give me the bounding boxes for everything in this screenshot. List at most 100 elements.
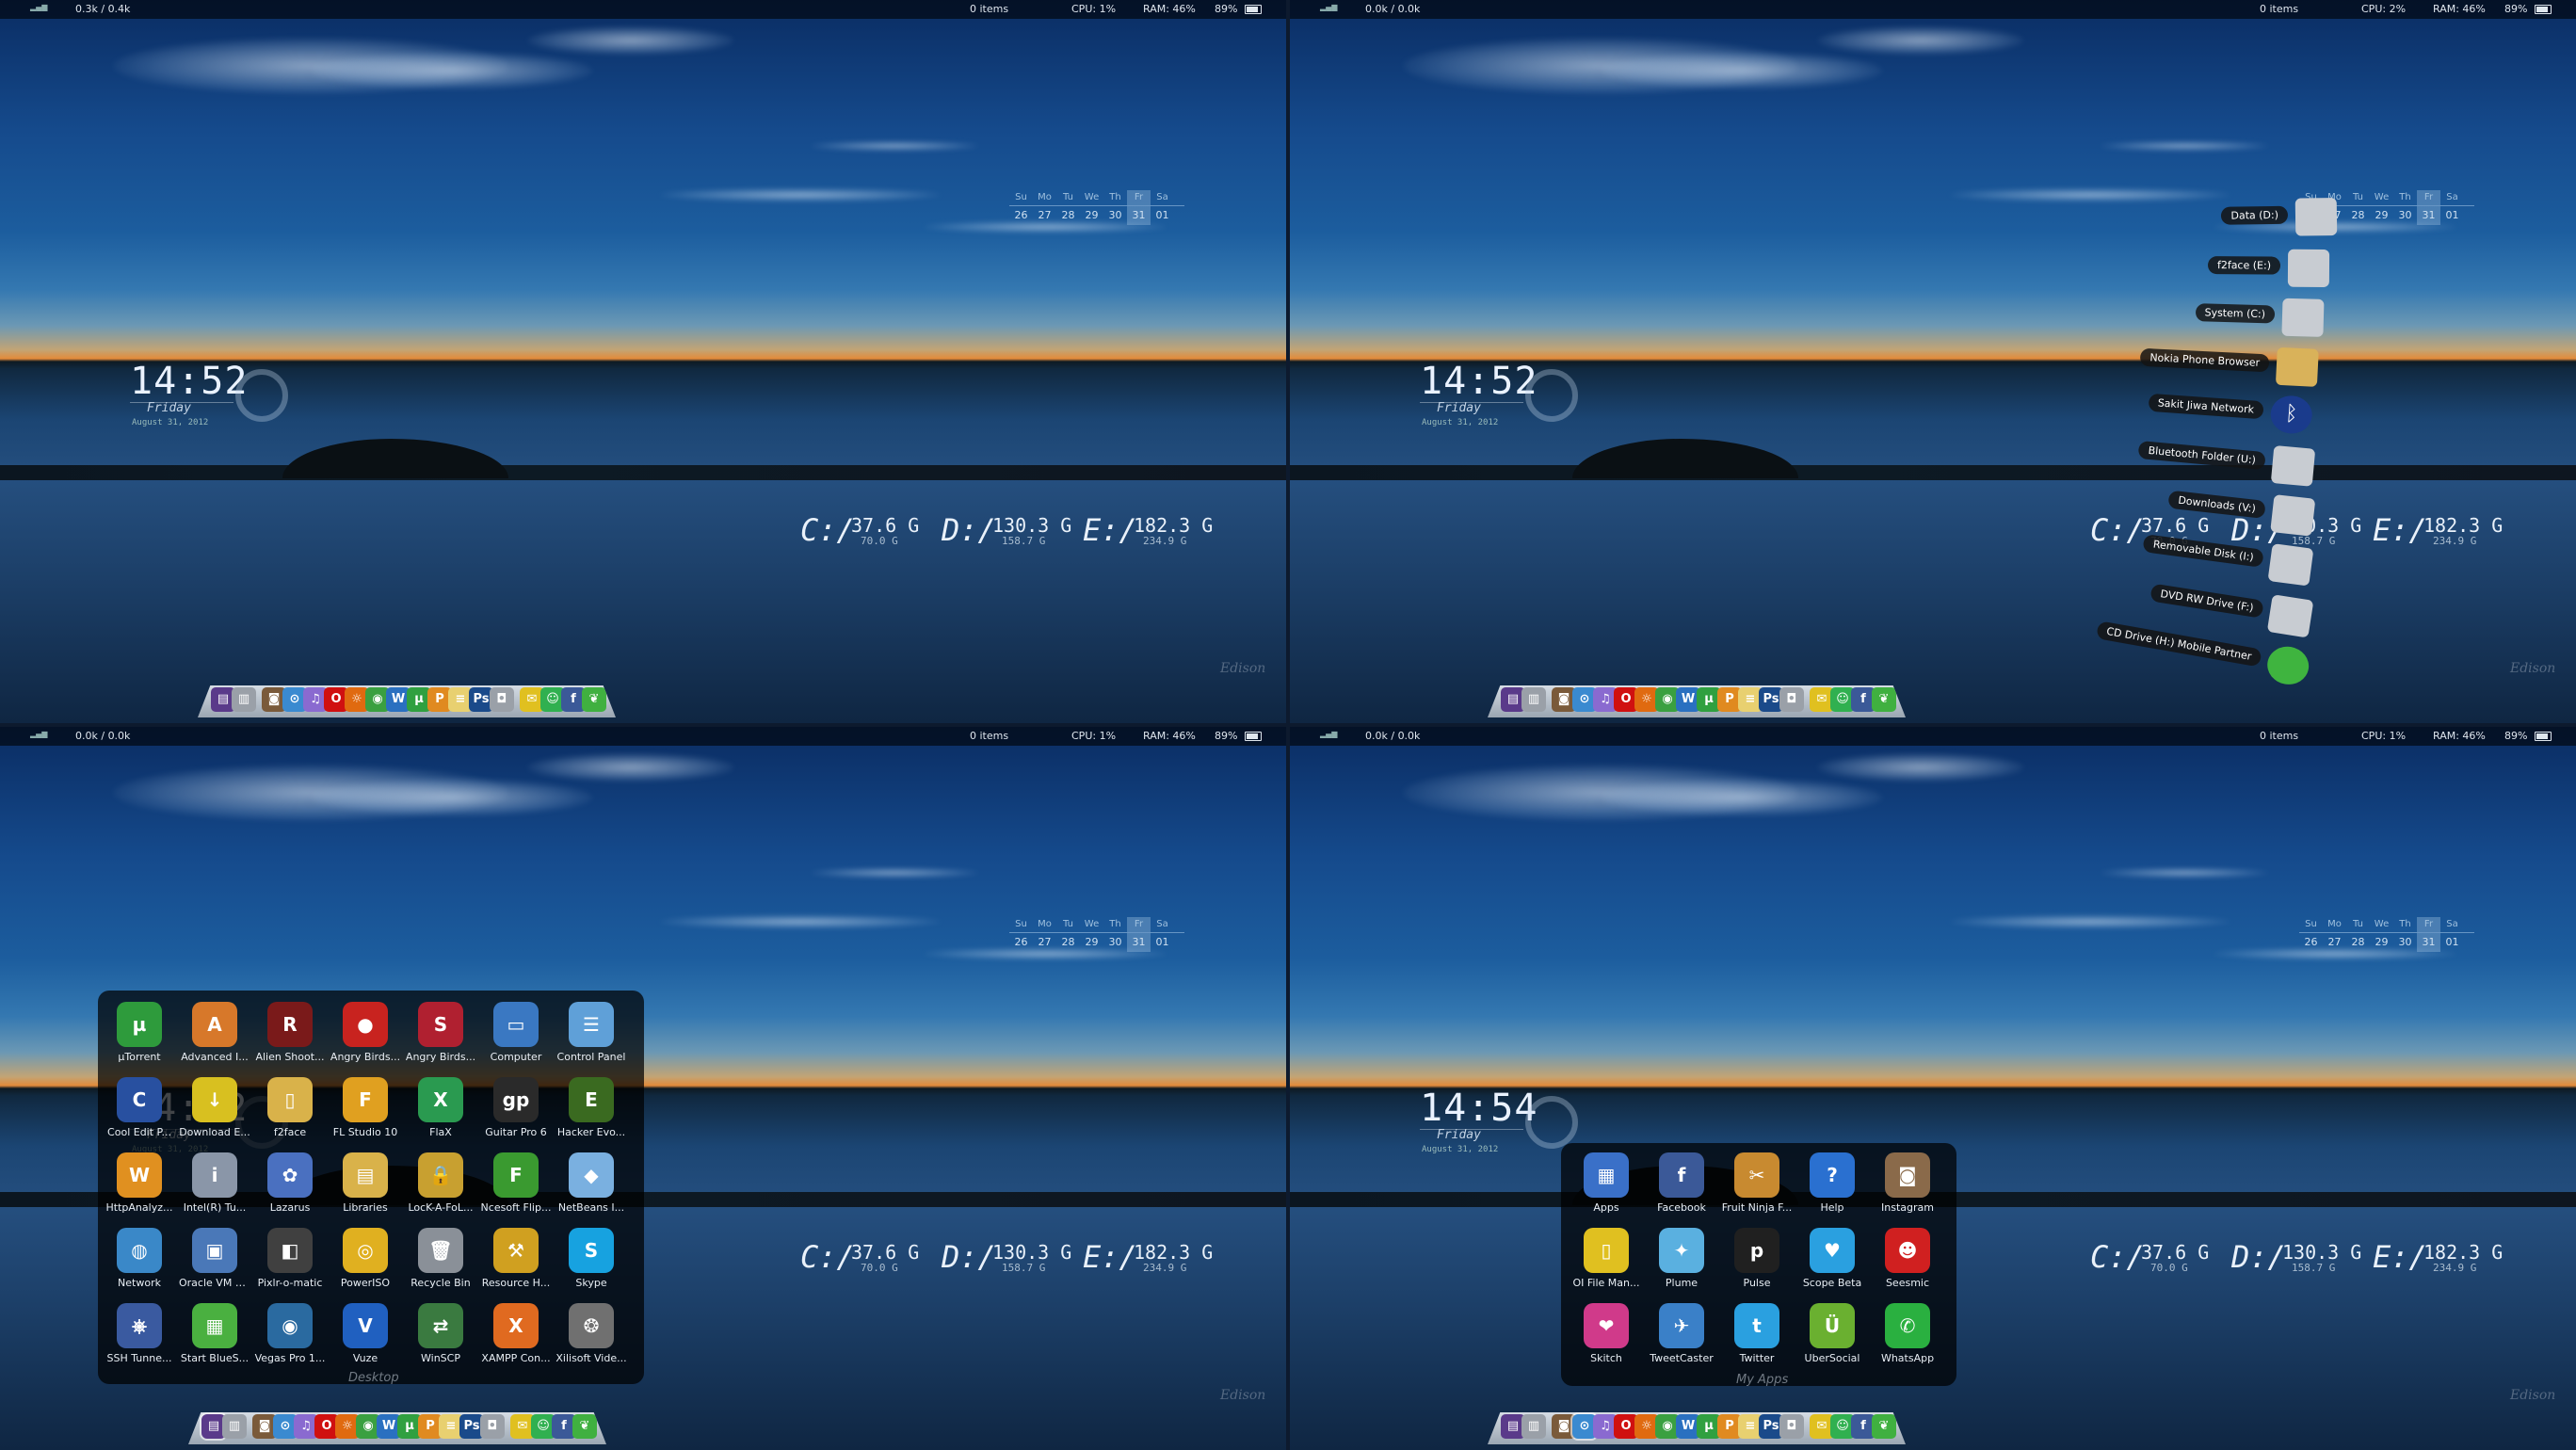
disk-total: 158.7 G bbox=[1002, 535, 1046, 547]
stack-drives-icon[interactable]: ▥ bbox=[1521, 1414, 1546, 1439]
stack-app-item[interactable]: ◙ Instagram bbox=[1872, 1149, 1943, 1222]
camera-icon[interactable]: ◘ bbox=[1779, 1414, 1804, 1439]
disk-total: 158.7 G bbox=[1002, 1262, 1046, 1274]
stack-app-item[interactable]: ▣ Oracle VM V... bbox=[179, 1224, 250, 1297]
stack-app-item[interactable]: ⚒ Resource H... bbox=[480, 1224, 552, 1297]
stack-app-label: Hacker Evo... bbox=[556, 1126, 626, 1138]
recycle-items[interactable]: 0 items bbox=[970, 730, 1008, 742]
weekday-label: Mo bbox=[1038, 192, 1052, 202]
usb-drive-icon bbox=[2270, 444, 2316, 487]
stack-app-item[interactable]: ▯ f2face bbox=[254, 1073, 326, 1147]
recycle-items[interactable]: 0 items bbox=[2260, 730, 2298, 742]
stack-app-label: Skype bbox=[575, 1277, 607, 1289]
cpu-usage: CPU: 1% bbox=[1071, 730, 1117, 742]
camera-icon[interactable]: ◘ bbox=[1779, 687, 1804, 712]
cloud bbox=[311, 52, 593, 89]
weekday-label: Sa bbox=[2446, 919, 2458, 929]
stack-app-item[interactable]: ◉ Vegas Pro 1... bbox=[254, 1299, 326, 1373]
battery-level: 89% bbox=[2504, 3, 2528, 15]
stack-app-item[interactable]: ✆ WhatsApp bbox=[1872, 1299, 1943, 1373]
stack-app-item[interactable]: E Hacker Evo... bbox=[555, 1073, 627, 1147]
disk-free: 182.3 G bbox=[1134, 1241, 1214, 1264]
plume-icon: ✦ bbox=[1659, 1228, 1704, 1273]
stack-app-item[interactable]: ✦ Plume bbox=[1646, 1224, 1717, 1297]
stack-app-item[interactable]: p Pulse bbox=[1721, 1224, 1793, 1297]
stack-app-item[interactable]: ▦ Start BlueS... bbox=[179, 1299, 250, 1373]
camera-icon[interactable]: ◘ bbox=[480, 1414, 505, 1439]
stack-app-item[interactable]: S Skype bbox=[555, 1224, 627, 1297]
stack-app-item[interactable]: F Ncesoft Flip... bbox=[480, 1149, 552, 1222]
stack-app-item[interactable]: ❤ Skitch bbox=[1570, 1299, 1642, 1373]
stack-item[interactable]: f2face (E:) bbox=[2054, 246, 2337, 289]
stack-app-label: Guitar Pro 6 bbox=[485, 1126, 547, 1138]
stack-app-item[interactable]: ◍ Network bbox=[104, 1224, 175, 1297]
stack-app-item[interactable]: f Facebook bbox=[1646, 1149, 1717, 1222]
stack-item[interactable]: System (C:) bbox=[2048, 290, 2331, 339]
stack-app-item[interactable]: ▦ Apps bbox=[1570, 1149, 1642, 1222]
stack-app-item[interactable]: W HttpAnalyz... bbox=[104, 1149, 175, 1222]
stack-app-item[interactable]: ☻ Seesmic bbox=[1872, 1224, 1943, 1297]
stack-item-label: Data (D:) bbox=[2221, 205, 2289, 225]
stack-app-item[interactable]: R Alien Shoot... bbox=[254, 998, 326, 1071]
stack-drives-icon[interactable]: ▥ bbox=[222, 1414, 247, 1439]
stack-drives-icon[interactable]: ▥ bbox=[232, 687, 256, 712]
evernote-icon[interactable]: ❦ bbox=[1872, 687, 1896, 712]
clock-time: 14:52 bbox=[1420, 360, 1538, 403]
stack-app-item[interactable]: ✿ Lazarus bbox=[254, 1149, 326, 1222]
evernote-icon[interactable]: ❦ bbox=[582, 687, 606, 712]
stack-app-item[interactable]: ↓ Download E... bbox=[179, 1073, 250, 1147]
disk-label: D:/ bbox=[2231, 1239, 2286, 1275]
stack-app-item[interactable]: 🔒 LocK-A-FoL... bbox=[405, 1149, 476, 1222]
cloud bbox=[1817, 26, 2024, 55]
stack-app-item[interactable]: ⎈ SSH Tunne... bbox=[104, 1299, 175, 1373]
island bbox=[282, 439, 508, 478]
shoreline bbox=[0, 465, 1286, 480]
stack-app-item[interactable]: gp Guitar Pro 6 bbox=[480, 1073, 552, 1147]
stack-app-item[interactable]: ✈ TweetCaster bbox=[1646, 1299, 1717, 1373]
evernote-icon[interactable]: ❦ bbox=[1872, 1414, 1896, 1439]
disk-total: 234.9 G bbox=[2433, 1262, 2477, 1274]
recycle-items[interactable]: 0 items bbox=[2260, 3, 2298, 15]
stack-app-item[interactable]: ✂ Fruit Ninja F... bbox=[1721, 1149, 1793, 1222]
stack-drives-icon[interactable]: ▥ bbox=[1521, 687, 1546, 712]
weekday-label: Fr bbox=[1127, 190, 1151, 205]
stack-app-item[interactable]: ▯ OI File Man... bbox=[1570, 1224, 1642, 1297]
lock-icon: 🔒 bbox=[418, 1152, 463, 1198]
stack-app-item[interactable]: ⇄ WinSCP bbox=[405, 1299, 476, 1373]
stack-app-item[interactable]: ◎ PowerISO bbox=[330, 1224, 401, 1297]
stack-app-item[interactable]: F FL Studio 10 bbox=[330, 1073, 401, 1147]
stack-app-item[interactable]: ▤ Libraries bbox=[330, 1149, 401, 1222]
stack-app-item[interactable]: ◆ NetBeans I... bbox=[555, 1149, 627, 1222]
stack-app-item[interactable]: t Twitter bbox=[1721, 1299, 1793, 1373]
evernote-icon[interactable]: ❦ bbox=[572, 1414, 597, 1439]
stack-app-label: Pulse bbox=[1743, 1277, 1771, 1289]
network-speed: 0.0k / 0.0k bbox=[1365, 730, 1421, 742]
stack-app-item[interactable]: ☰ Control Panel bbox=[555, 998, 627, 1071]
weekday-label: Tu bbox=[1063, 919, 1073, 929]
stack-app-item[interactable]: V Vuze bbox=[330, 1299, 401, 1373]
camera-icon[interactable]: ◘ bbox=[490, 687, 514, 712]
stack-app-item[interactable]: ♥ Scope Beta bbox=[1796, 1224, 1868, 1297]
lazarus-icon: ✿ bbox=[267, 1152, 313, 1198]
stack-app-item[interactable]: S Angry Birds... bbox=[405, 998, 476, 1071]
stack-app-item[interactable]: X XAMPP Con... bbox=[480, 1299, 552, 1373]
stack-app-item[interactable]: i Intel(R) Tu... bbox=[179, 1149, 250, 1222]
stack-app-label: Advanced I... bbox=[181, 1051, 249, 1063]
stack-app-item[interactable]: A Advanced I... bbox=[179, 998, 250, 1071]
disk-total: 158.7 G bbox=[2292, 1262, 2336, 1274]
stack-app-item[interactable]: ❂ Xilisoft Vide... bbox=[555, 1299, 627, 1373]
recycle-items[interactable]: 0 items bbox=[970, 3, 1008, 15]
stack-app-item[interactable]: 🗑 Recycle Bin bbox=[405, 1224, 476, 1297]
stack-app-item[interactable]: C Cool Edit P... bbox=[104, 1073, 175, 1147]
stack-app-item[interactable]: ◧ Pixlr-o-matic bbox=[254, 1224, 326, 1297]
stack-app-label: Lazarus bbox=[269, 1201, 311, 1214]
stack-app-item[interactable]: X FlaX bbox=[405, 1073, 476, 1147]
stack-app-item[interactable]: ? Help bbox=[1796, 1149, 1868, 1222]
stack-app-item[interactable]: Ü UberSocial bbox=[1796, 1299, 1868, 1373]
stack-app-item[interactable]: ▭ Computer bbox=[480, 998, 552, 1071]
stack-item[interactable]: Data (D:) bbox=[2062, 196, 2345, 241]
battery-icon bbox=[1245, 5, 1262, 14]
stack-app-item[interactable]: ● Angry Birds... bbox=[330, 998, 401, 1071]
stack-app-label: FlaX bbox=[429, 1126, 452, 1138]
stack-app-item[interactable]: µ µTorrent bbox=[104, 998, 175, 1071]
